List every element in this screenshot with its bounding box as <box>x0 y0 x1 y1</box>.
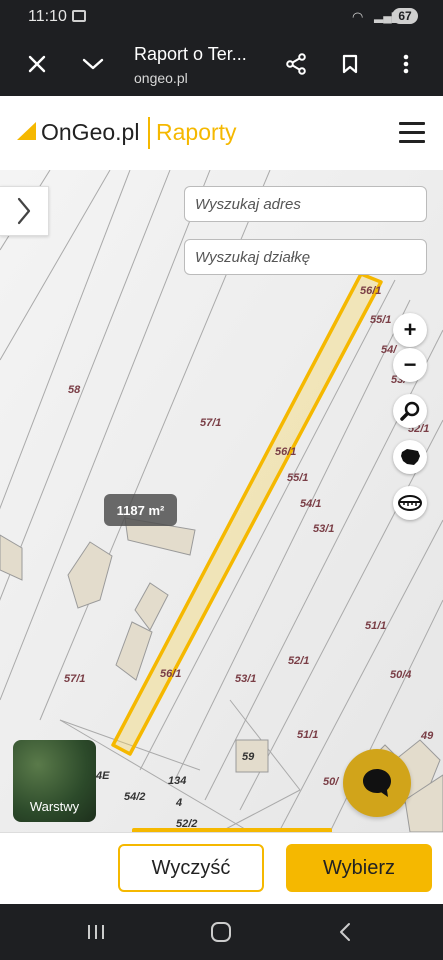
screenshot-icon <box>72 10 86 22</box>
magnifier-icon <box>400 401 420 421</box>
layers-button[interactable]: Warstwy <box>13 740 96 822</box>
parcel-label: 57/1 <box>64 673 85 685</box>
parcel-label: 51/1 <box>297 729 318 741</box>
battery-indicator: 67 <box>392 8 418 24</box>
search-map-button[interactable] <box>393 394 427 428</box>
logo-divider <box>148 117 150 149</box>
parcel-label: 59 <box>242 751 255 763</box>
parcel-label: 51/1 <box>365 620 386 632</box>
address-search-input[interactable] <box>184 186 427 222</box>
site-logo[interactable]: OnGeo.pl <box>41 119 139 146</box>
back-icon[interactable] <box>325 920 365 944</box>
parcel-search-input[interactable] <box>184 239 427 275</box>
parcel-label: 55/1 <box>370 314 391 326</box>
zoom-in-button[interactable]: + <box>393 313 427 347</box>
parcel-label: 52/2 <box>176 818 197 830</box>
chat-button[interactable] <box>343 749 411 817</box>
poland-map-icon <box>401 449 420 465</box>
parcel-label: 4 <box>175 797 182 809</box>
browser-toolbar: Raport o Ter... ongeo.pl <box>0 32 443 96</box>
home-icon[interactable] <box>201 920 241 944</box>
parcel-label: 50/ <box>323 776 340 788</box>
chevron-down-icon[interactable] <box>76 32 110 96</box>
chat-icon <box>363 769 391 797</box>
parcel-label: 50/4 <box>390 669 411 681</box>
bookmark-icon[interactable] <box>336 32 364 96</box>
parcel-label: 55/1 <box>287 472 308 484</box>
status-time: 11:10 <box>28 8 67 25</box>
area-measurement-label: 1187 m² <box>104 494 177 526</box>
logo-icon <box>17 122 36 140</box>
chevron-right-icon <box>17 197 31 225</box>
parcel-label: 56/1 <box>275 446 296 458</box>
parcel-label: 58 <box>68 384 81 396</box>
status-bar: 11:10 ◠ ▂▄▆ 67 <box>0 0 443 32</box>
tape-measure-icon <box>398 495 422 511</box>
close-icon[interactable] <box>20 32 54 96</box>
system-nav-bar <box>0 904 443 960</box>
select-button[interactable]: Wybierz <box>286 844 432 892</box>
page-url[interactable]: ongeo.pl <box>134 70 188 86</box>
zoom-out-button[interactable]: − <box>393 348 427 382</box>
layers-label: Warstwy <box>29 799 80 814</box>
parcel-label: 57/1 <box>200 417 221 429</box>
parcel-label: 54/2 <box>124 791 145 803</box>
page-title: Raport o Ter... <box>134 44 247 64</box>
measure-button[interactable] <box>393 486 427 520</box>
parcel-label: 56/1 <box>160 668 181 680</box>
parcel-label: 134 <box>168 775 186 787</box>
wifi-icon: ◠ <box>352 9 364 24</box>
parcel-label: 54/1 <box>300 498 321 510</box>
parcel-label: 49 <box>420 730 434 742</box>
parcel-label: 53/1 <box>313 523 334 535</box>
parcel-label: 4E <box>95 770 110 782</box>
parcel-label: 56/1 <box>360 285 381 297</box>
poland-map-button[interactable] <box>393 440 427 474</box>
parcel-label: 53/1 <box>235 673 256 685</box>
share-icon[interactable] <box>280 32 312 96</box>
parcel-label: 52/1 <box>288 655 309 667</box>
expand-panel-button[interactable] <box>0 186 49 236</box>
more-vert-icon[interactable] <box>394 32 418 96</box>
clear-button[interactable]: Wyczyść <box>118 844 264 892</box>
recent-apps-icon[interactable] <box>76 920 116 944</box>
site-section[interactable]: Raporty <box>156 119 237 146</box>
menu-icon[interactable] <box>399 122 425 146</box>
